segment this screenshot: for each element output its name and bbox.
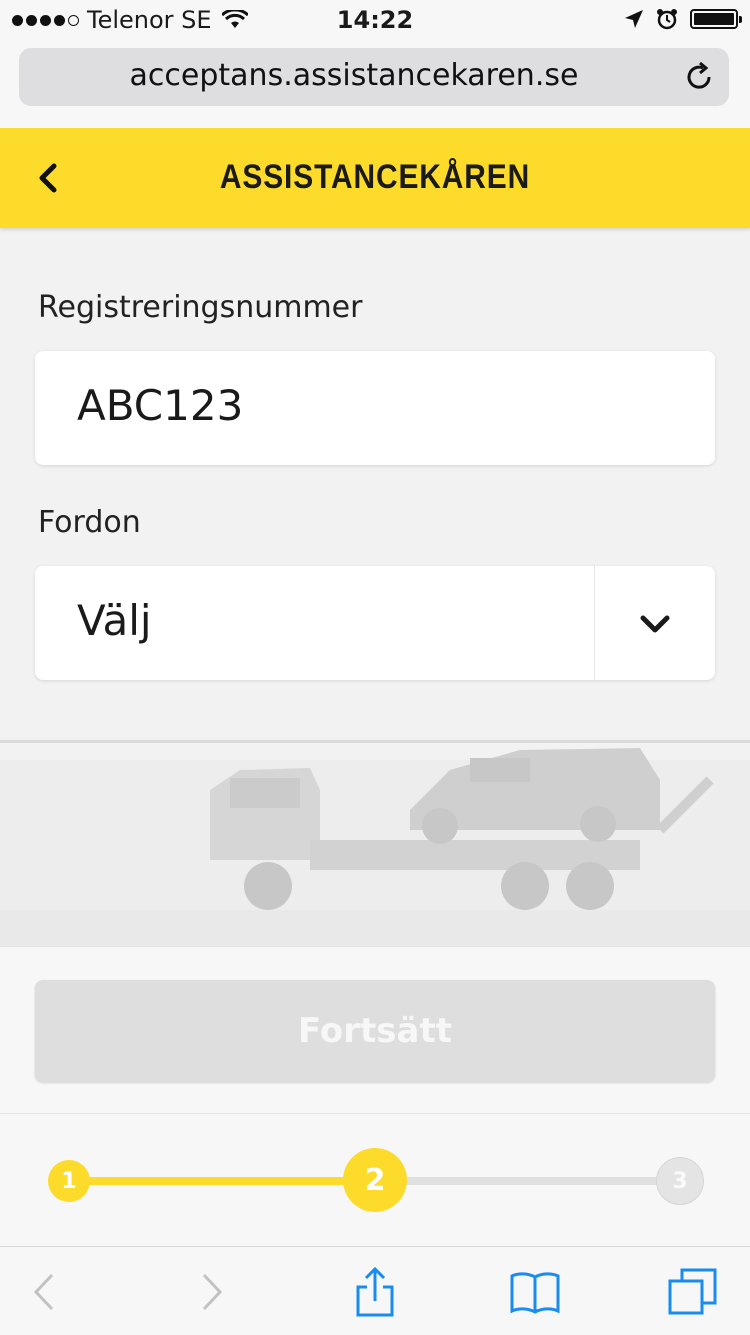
- battery-icon: [690, 9, 742, 29]
- vehicle-select[interactable]: Välj: [35, 566, 715, 680]
- forward-icon[interactable]: [186, 1267, 236, 1317]
- step-3-indicator: 3: [656, 1157, 704, 1205]
- url-text[interactable]: acceptans.assistancekaren.se: [19, 58, 659, 93]
- address-bar[interactable]: acceptans.assistancekaren.se: [19, 48, 729, 106]
- chevron-down-icon[interactable]: [635, 606, 675, 642]
- reg-number-label: Registreringsnummer: [38, 290, 363, 325]
- status-bar: Telenor SE 14:22: [0, 0, 750, 40]
- status-right: [624, 8, 742, 30]
- back-icon[interactable]: [20, 1267, 70, 1317]
- reg-number-value[interactable]: ABC123: [77, 381, 243, 430]
- bookmarks-icon[interactable]: [510, 1267, 560, 1317]
- browser-toolbar: [0, 1246, 750, 1335]
- alarm-clock-icon: [657, 9, 677, 30]
- step-2-indicator: 2: [343, 1148, 407, 1212]
- progress-track-completed: [68, 1177, 376, 1185]
- location-arrow-icon: [625, 10, 643, 28]
- app-header: ASSISTANCEKÅREN: [0, 128, 750, 228]
- continue-button[interactable]: Fortsätt: [35, 980, 715, 1082]
- share-icon[interactable]: [350, 1267, 400, 1317]
- select-divider: [594, 566, 595, 680]
- progress-track-remaining: [376, 1177, 681, 1185]
- brand-logo: ASSISTANCEKÅREN: [219, 158, 531, 196]
- progress-divider: [0, 1113, 750, 1114]
- vehicle-selected-value[interactable]: Välj: [77, 596, 152, 645]
- tow-truck-illustration: [0, 740, 750, 946]
- browser-chrome: acceptans.assistancekaren.se: [0, 40, 750, 129]
- reg-number-field[interactable]: ABC123: [35, 351, 715, 465]
- reload-icon[interactable]: [683, 61, 715, 93]
- step-1-indicator: 1: [48, 1160, 90, 1202]
- vehicle-label: Fordon: [38, 505, 141, 540]
- tabs-icon[interactable]: [668, 1267, 718, 1317]
